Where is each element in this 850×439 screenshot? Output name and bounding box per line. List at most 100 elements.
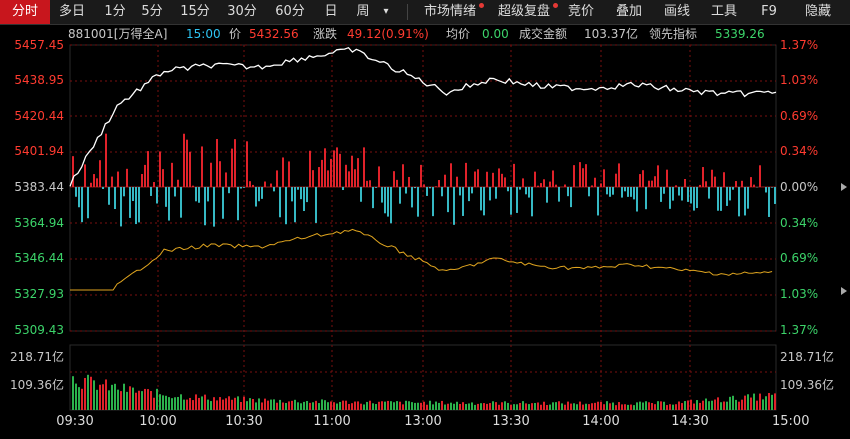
scroll-right-arrow-icon[interactable] — [841, 183, 847, 191]
volume-bar — [735, 399, 737, 410]
breadth-bar — [345, 164, 347, 187]
breadth-bar — [600, 183, 602, 187]
volume-bar — [357, 401, 359, 410]
breadth-bar — [456, 176, 458, 187]
breadth-bar — [738, 187, 740, 217]
scroll-right-arrow-icon[interactable] — [841, 287, 847, 295]
breadth-bar — [489, 187, 491, 201]
breadth-bar — [360, 187, 362, 202]
volume-bar — [585, 403, 587, 410]
breadth-bar — [174, 187, 176, 197]
volume-bar — [630, 404, 632, 410]
volume-bar — [540, 404, 542, 410]
y-tick-left: 5438.95 — [14, 73, 64, 87]
volume-bar — [276, 402, 278, 410]
volume-bar — [420, 402, 422, 410]
volume-bar — [360, 403, 362, 410]
volume-bar — [366, 401, 368, 410]
breadth-bar — [363, 147, 365, 187]
volume-bar — [81, 388, 83, 410]
volume-bar — [408, 401, 410, 410]
volume-bar — [648, 402, 650, 410]
breadth-bar — [216, 139, 218, 187]
breadth-bar — [189, 151, 191, 187]
volume-bar — [741, 399, 743, 410]
volume-bar — [660, 401, 662, 410]
breadth-bar — [282, 157, 284, 187]
volume-bar — [774, 393, 776, 410]
breadth-bar — [468, 187, 470, 202]
breadth-bar — [297, 187, 299, 190]
volume-bar — [258, 398, 260, 410]
breadth-bar — [651, 180, 653, 187]
x-tick: 10:30 — [225, 414, 263, 429]
volume-bar — [279, 399, 281, 410]
breadth-bar — [231, 148, 233, 187]
breadth-bar — [198, 187, 200, 203]
volume-bar — [429, 400, 431, 410]
volume-bar — [162, 395, 164, 410]
breadth-bar — [429, 187, 431, 189]
volume-bar — [219, 397, 221, 410]
volume-bar — [321, 399, 323, 410]
volume-bar — [261, 402, 263, 410]
volume-bar — [351, 403, 353, 410]
breadth-bar — [372, 187, 374, 209]
volume-bar — [744, 395, 746, 410]
breadth-bar — [90, 182, 92, 187]
x-tick: 15:00 — [772, 414, 810, 429]
breadth-bar — [477, 169, 479, 187]
y-tick-right: 1.03% — [780, 287, 819, 301]
volume-bar — [330, 401, 332, 410]
intraday-chart[interactable] — [0, 0, 850, 439]
volume-bar — [108, 390, 110, 410]
breadth-bar — [666, 169, 668, 187]
volume-bar — [702, 400, 704, 410]
breadth-bar — [75, 187, 77, 197]
breadth-bar — [144, 164, 146, 187]
breadth-bar — [648, 180, 650, 187]
breadth-bar — [402, 164, 404, 187]
volume-bar — [726, 401, 728, 410]
volume-bar — [564, 404, 566, 410]
volume-bar — [189, 397, 191, 410]
x-tick: 11:00 — [313, 414, 351, 429]
volume-bar — [666, 405, 668, 410]
volume-bar — [489, 403, 491, 410]
volume-bar — [387, 400, 389, 410]
breadth-bar — [771, 187, 773, 188]
volume-bar — [708, 401, 710, 410]
volume-bar — [153, 397, 155, 410]
volume-bar — [342, 400, 344, 410]
breadth-bar — [432, 187, 434, 217]
volume-bar — [282, 402, 284, 410]
volume-bar — [156, 388, 158, 410]
y-tick-right: 0.69% — [780, 251, 819, 265]
breadth-bar — [501, 173, 503, 187]
volume-bar — [516, 404, 518, 410]
breadth-bar — [459, 187, 461, 196]
volume-bar — [402, 404, 404, 410]
breadth-bar — [609, 187, 611, 197]
volume-bar — [561, 403, 563, 410]
breadth-bar — [141, 174, 143, 187]
volume-bar — [345, 400, 347, 410]
y-tick-right: 0.00% — [780, 180, 819, 194]
breadth-bar — [255, 187, 257, 207]
volume-bar — [522, 401, 524, 410]
y-tick-right: 1.37% — [780, 323, 819, 337]
breadth-bar — [672, 187, 674, 201]
volume-bar — [486, 403, 488, 410]
breadth-bar — [687, 187, 689, 202]
breadth-bar — [132, 187, 134, 202]
breadth-bar — [528, 187, 530, 198]
breadth-bar — [222, 187, 224, 219]
volume-bar — [438, 402, 440, 410]
breadth-bar — [570, 187, 572, 208]
breadth-bar — [732, 187, 734, 190]
volume-bar — [687, 400, 689, 410]
volume-bar — [255, 402, 257, 410]
breadth-bar — [72, 156, 74, 187]
breadth-bar — [378, 166, 380, 187]
volume-bar — [309, 402, 311, 410]
